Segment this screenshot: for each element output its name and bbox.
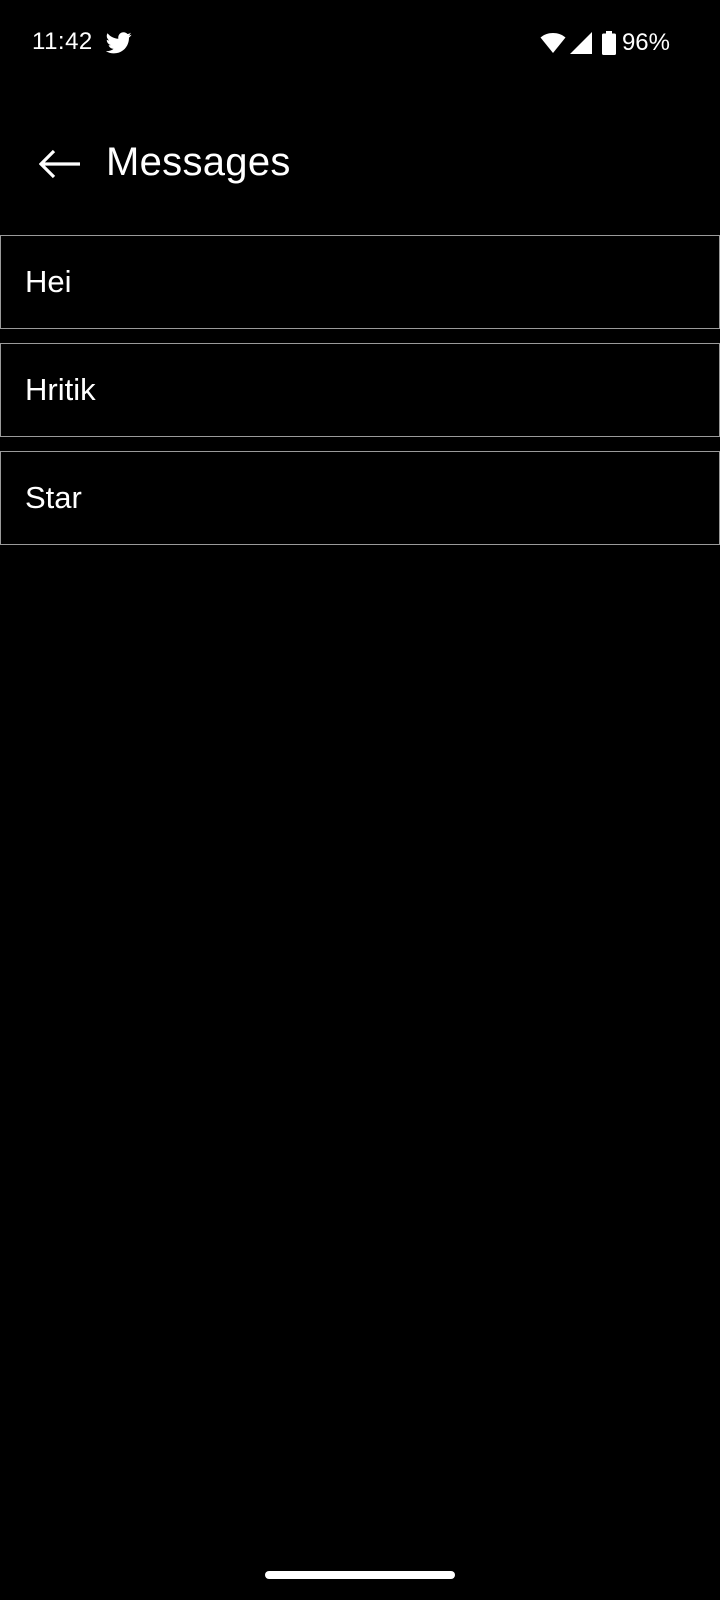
arrow-back-icon (39, 149, 80, 179)
wifi-icon (540, 33, 566, 53)
status-icons: 96% (540, 28, 670, 58)
message-item-label: Hritik (25, 372, 96, 407)
status-bar: 11:42 96% (0, 0, 720, 90)
message-item-label: Star (25, 480, 82, 515)
message-item-hritik[interactable]: Hritik (0, 343, 720, 437)
app-bar: Messages (0, 120, 720, 206)
message-list: Hei Hritik Star (0, 235, 720, 559)
battery-icon (601, 31, 616, 55)
message-item-hei[interactable]: Hei (0, 235, 720, 329)
status-time: 11:42 (32, 28, 93, 55)
twitter-icon (106, 32, 132, 54)
battery-percentage: 96% (621, 29, 670, 56)
home-indicator[interactable] (265, 1571, 455, 1579)
message-item-star[interactable]: Star (0, 451, 720, 545)
back-button[interactable] (28, 134, 92, 194)
page-title: Messages (106, 140, 291, 184)
cellular-signal-icon (569, 32, 592, 54)
message-item-label: Hei (25, 264, 72, 299)
